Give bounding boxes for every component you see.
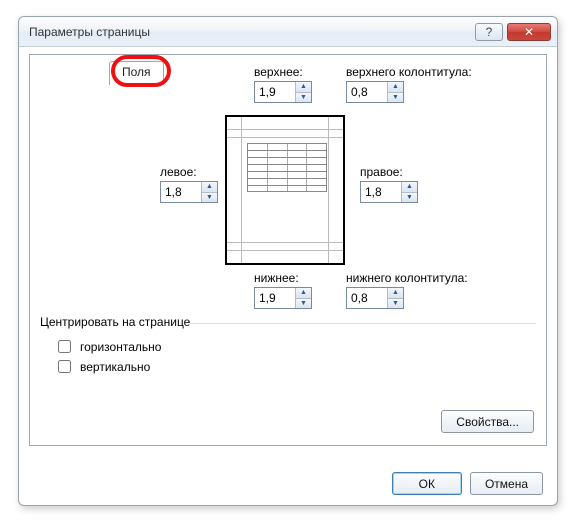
checkbox-input[interactable] bbox=[58, 360, 71, 373]
top-label: верхнее: bbox=[254, 65, 303, 79]
spin-up-icon[interactable]: ▲ bbox=[388, 82, 403, 93]
bottom-margin-field[interactable] bbox=[255, 288, 295, 308]
header-margin-field[interactable] bbox=[347, 82, 387, 102]
center-vertical-checkbox[interactable]: вертикально bbox=[54, 357, 150, 376]
right-label: правое: bbox=[360, 165, 403, 179]
page-setup-dialog: Параметры страницы ? ✕ Страница Поля Кол… bbox=[18, 16, 558, 506]
left-margin-input[interactable]: ▲▼ bbox=[160, 181, 218, 203]
header-label: верхнего колонтитула: bbox=[346, 65, 472, 79]
spin-up-icon[interactable]: ▲ bbox=[296, 82, 311, 93]
checkbox-input[interactable] bbox=[58, 340, 71, 353]
header-margin-input[interactable]: ▲▼ bbox=[346, 81, 404, 103]
ok-button[interactable]: ОК bbox=[392, 472, 462, 495]
spin-up-icon[interactable]: ▲ bbox=[296, 288, 311, 299]
center-group-label: Центрировать на странице bbox=[40, 315, 190, 329]
spin-down-icon[interactable]: ▼ bbox=[388, 93, 403, 103]
close-button[interactable]: ✕ bbox=[507, 23, 551, 41]
close-icon: ✕ bbox=[524, 25, 534, 39]
spin-down-icon[interactable]: ▼ bbox=[402, 193, 417, 203]
tab-margins[interactable]: Поля bbox=[109, 61, 164, 85]
right-margin-input[interactable]: ▲▼ bbox=[360, 181, 418, 203]
right-margin-field[interactable] bbox=[361, 182, 401, 202]
help-button[interactable]: ? bbox=[475, 23, 503, 41]
page-preview bbox=[225, 115, 345, 265]
left-margin-field[interactable] bbox=[161, 182, 201, 202]
footer-label: нижнего колонтитула: bbox=[346, 271, 468, 285]
help-icon: ? bbox=[486, 25, 493, 39]
margins-pane: верхнее: ▲▼ верхнего колонтитула: ▲▼ лев… bbox=[29, 54, 547, 446]
left-label: левое: bbox=[160, 165, 197, 179]
checkbox-label: горизонтально bbox=[80, 340, 161, 354]
preview-grid-icon bbox=[247, 143, 327, 197]
top-margin-field[interactable] bbox=[255, 82, 295, 102]
titlebar: Параметры страницы ? ✕ bbox=[19, 17, 557, 47]
footer-margin-field[interactable] bbox=[347, 288, 387, 308]
spin-down-icon[interactable]: ▼ bbox=[388, 299, 403, 309]
spin-up-icon[interactable]: ▲ bbox=[402, 182, 417, 193]
center-horizontal-checkbox[interactable]: горизонтально bbox=[54, 337, 161, 356]
dialog-footer: ОК Отмена bbox=[392, 472, 543, 495]
dialog-title: Параметры страницы bbox=[29, 25, 471, 39]
divider bbox=[190, 323, 536, 324]
bottom-label: нижнее: bbox=[254, 271, 299, 285]
spin-down-icon[interactable]: ▼ bbox=[296, 93, 311, 103]
spin-up-icon[interactable]: ▲ bbox=[388, 288, 403, 299]
bottom-margin-input[interactable]: ▲▼ bbox=[254, 287, 312, 309]
top-margin-input[interactable]: ▲▼ bbox=[254, 81, 312, 103]
spin-up-icon[interactable]: ▲ bbox=[202, 182, 217, 193]
cancel-button[interactable]: Отмена bbox=[470, 472, 543, 495]
spin-down-icon[interactable]: ▼ bbox=[296, 299, 311, 309]
properties-button[interactable]: Свойства... bbox=[441, 410, 534, 433]
spin-down-icon[interactable]: ▼ bbox=[202, 193, 217, 203]
footer-margin-input[interactable]: ▲▼ bbox=[346, 287, 404, 309]
checkbox-label: вертикально bbox=[80, 360, 150, 374]
